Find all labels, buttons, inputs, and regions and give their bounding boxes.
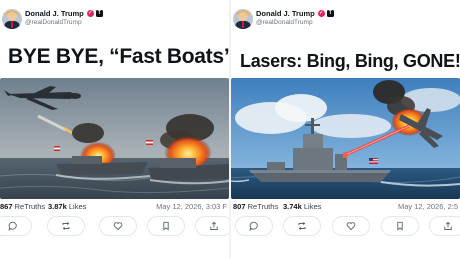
post-timestamp[interactable]: May 12, 2026, 3:03 F: [156, 202, 227, 211]
post-card-fast-boats: Donald J. Trump ✓ T @realDonaldTrump BYE…: [0, 0, 229, 258]
author-name-row[interactable]: Donald J. Trump ✓ T: [25, 9, 103, 18]
like-button[interactable]: [99, 216, 137, 236]
retruth-icon: [62, 221, 70, 231]
reply-button[interactable]: [235, 216, 273, 236]
post-header: Donald J. Trump ✓ T @realDonaldTrump: [231, 9, 460, 31]
reply-icon: [8, 221, 17, 231]
author-name-row[interactable]: Donald J. Trump ✓ T: [256, 9, 334, 18]
author-handle[interactable]: @realDonaldTrump: [25, 19, 82, 26]
avatar[interactable]: [2, 9, 22, 29]
reply-button[interactable]: [0, 216, 32, 236]
retruths-stat[interactable]: 867 ReTruths: [0, 202, 45, 211]
verified-badge-icon: ✓: [317, 10, 325, 17]
likes-stat[interactable]: 3.87k Likes: [48, 202, 86, 211]
post-actions: [0, 216, 229, 238]
post-stats: 807 ReTruths 3.74k Likes May 12, 2026, 2…: [231, 202, 460, 212]
likes-label: Likes: [303, 202, 322, 211]
likes-count: 3.87k: [48, 202, 67, 211]
like-icon: [346, 222, 356, 231]
retruth-button[interactable]: [47, 216, 85, 236]
bookmark-button[interactable]: [381, 216, 419, 236]
post-image[interactable]: [231, 78, 460, 199]
retruth-icon: [298, 221, 306, 231]
retruth-button[interactable]: [283, 216, 321, 236]
reply-icon: [249, 221, 258, 231]
likes-stat[interactable]: 3.74k Likes: [283, 202, 321, 211]
post-actions: [231, 216, 460, 238]
platform-badge-icon: T: [95, 10, 103, 17]
post-image[interactable]: [0, 78, 229, 199]
share-icon: [444, 221, 452, 230]
likes-count: 3.74k: [283, 202, 302, 211]
post-headline: Lasers: Bing, Bing, GONE!!: [240, 51, 460, 71]
share-icon: [210, 221, 218, 230]
share-button[interactable]: [195, 216, 229, 236]
bookmark-button[interactable]: [147, 216, 185, 236]
post-headline: BYE BYE, “Fast Boats”: [8, 45, 229, 68]
retruths-count: 807: [233, 202, 246, 211]
share-button[interactable]: [429, 216, 460, 236]
bookmark-icon: [397, 221, 403, 231]
author-name[interactable]: Donald J. Trump: [256, 9, 315, 18]
retruths-stat[interactable]: 807 ReTruths: [233, 202, 278, 211]
retruths-label: ReTruths: [14, 202, 46, 211]
like-button[interactable]: [332, 216, 370, 236]
author-handle[interactable]: @realDonaldTrump: [256, 19, 313, 26]
likes-label: Likes: [68, 202, 87, 211]
retruths-label: ReTruths: [247, 202, 279, 211]
verified-badge-icon: ✓: [86, 10, 94, 17]
post-stats: 867 ReTruths 3.87k Likes May 12, 2026, 3…: [0, 202, 229, 212]
author-name[interactable]: Donald J. Trump: [25, 9, 84, 18]
retruths-count: 867: [0, 202, 13, 211]
post-timestamp[interactable]: May 12, 2026, 2:5: [398, 202, 458, 211]
platform-badge-icon: T: [326, 10, 334, 17]
avatar[interactable]: [233, 9, 253, 29]
post-header: Donald J. Trump ✓ T @realDonaldTrump: [0, 9, 229, 31]
post-card-lasers: Donald J. Trump ✓ T @realDonaldTrump Las…: [231, 0, 460, 258]
bookmark-icon: [163, 221, 169, 231]
like-icon: [113, 222, 123, 231]
